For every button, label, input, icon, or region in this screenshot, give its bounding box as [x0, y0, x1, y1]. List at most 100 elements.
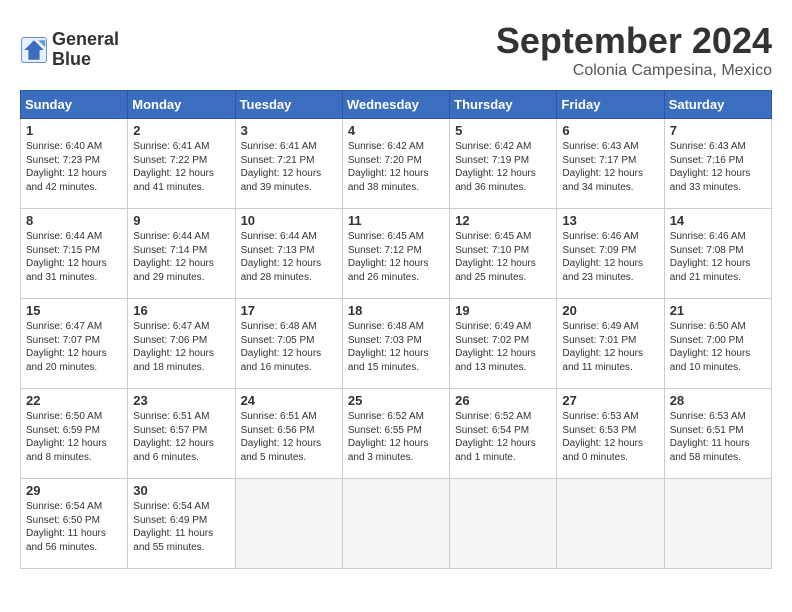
- day-info: Sunrise: 6:47 AM Sunset: 7:07 PM Dayligh…: [26, 320, 122, 374]
- calendar-cell: 5 Sunrise: 6:42 AM Sunset: 7:19 PM Dayli…: [450, 119, 557, 209]
- day-info: Sunrise: 6:46 AM Sunset: 7:09 PM Dayligh…: [562, 230, 658, 284]
- weekday-header-saturday: Saturday: [664, 91, 771, 119]
- calendar-cell: [664, 479, 771, 569]
- calendar-cell: 1 Sunrise: 6:40 AM Sunset: 7:23 PM Dayli…: [21, 119, 128, 209]
- day-number: 19: [455, 303, 551, 318]
- day-number: 12: [455, 213, 551, 228]
- day-number: 30: [133, 483, 229, 498]
- day-info: Sunrise: 6:51 AM Sunset: 6:56 PM Dayligh…: [241, 410, 337, 464]
- day-info: Sunrise: 6:45 AM Sunset: 7:10 PM Dayligh…: [455, 230, 551, 284]
- day-number: 3: [241, 123, 337, 138]
- calendar-cell: 17 Sunrise: 6:48 AM Sunset: 7:05 PM Dayl…: [235, 299, 342, 389]
- calendar-cell: 29 Sunrise: 6:54 AM Sunset: 6:50 PM Dayl…: [21, 479, 128, 569]
- calendar-cell: 25 Sunrise: 6:52 AM Sunset: 6:55 PM Dayl…: [342, 389, 449, 479]
- calendar-week-3: 15 Sunrise: 6:47 AM Sunset: 7:07 PM Dayl…: [21, 299, 772, 389]
- weekday-header-friday: Friday: [557, 91, 664, 119]
- day-number: 17: [241, 303, 337, 318]
- logo-icon: [20, 36, 48, 64]
- day-info: Sunrise: 6:54 AM Sunset: 6:50 PM Dayligh…: [26, 500, 122, 554]
- day-number: 21: [670, 303, 766, 318]
- calendar-cell: 23 Sunrise: 6:51 AM Sunset: 6:57 PM Dayl…: [128, 389, 235, 479]
- day-number: 24: [241, 393, 337, 408]
- day-info: Sunrise: 6:51 AM Sunset: 6:57 PM Dayligh…: [133, 410, 229, 464]
- day-number: 18: [348, 303, 444, 318]
- calendar-cell: 21 Sunrise: 6:50 AM Sunset: 7:00 PM Dayl…: [664, 299, 771, 389]
- day-number: 5: [455, 123, 551, 138]
- calendar-cell: 10 Sunrise: 6:44 AM Sunset: 7:13 PM Dayl…: [235, 209, 342, 299]
- day-info: Sunrise: 6:53 AM Sunset: 6:53 PM Dayligh…: [562, 410, 658, 464]
- day-info: Sunrise: 6:42 AM Sunset: 7:19 PM Dayligh…: [455, 140, 551, 194]
- calendar-week-1: 1 Sunrise: 6:40 AM Sunset: 7:23 PM Dayli…: [21, 119, 772, 209]
- day-number: 20: [562, 303, 658, 318]
- calendar-cell: 26 Sunrise: 6:52 AM Sunset: 6:54 PM Dayl…: [450, 389, 557, 479]
- month-title: September 2024: [496, 20, 772, 62]
- day-info: Sunrise: 6:49 AM Sunset: 7:02 PM Dayligh…: [455, 320, 551, 374]
- day-info: Sunrise: 6:41 AM Sunset: 7:22 PM Dayligh…: [133, 140, 229, 194]
- day-info: Sunrise: 6:54 AM Sunset: 6:49 PM Dayligh…: [133, 500, 229, 554]
- day-number: 7: [670, 123, 766, 138]
- day-number: 26: [455, 393, 551, 408]
- day-number: 8: [26, 213, 122, 228]
- calendar-cell: [557, 479, 664, 569]
- calendar-cell: 22 Sunrise: 6:50 AM Sunset: 6:59 PM Dayl…: [21, 389, 128, 479]
- calendar-cell: 16 Sunrise: 6:47 AM Sunset: 7:06 PM Dayl…: [128, 299, 235, 389]
- day-number: 22: [26, 393, 122, 408]
- weekday-header-row: SundayMondayTuesdayWednesdayThursdayFrid…: [21, 91, 772, 119]
- header: General Blue September 2024 Colonia Camp…: [20, 20, 772, 80]
- calendar-cell: 4 Sunrise: 6:42 AM Sunset: 7:20 PM Dayli…: [342, 119, 449, 209]
- location-title: Colonia Campesina, Mexico: [496, 62, 772, 80]
- day-info: Sunrise: 6:43 AM Sunset: 7:16 PM Dayligh…: [670, 140, 766, 194]
- day-info: Sunrise: 6:44 AM Sunset: 7:15 PM Dayligh…: [26, 230, 122, 284]
- weekday-header-wednesday: Wednesday: [342, 91, 449, 119]
- day-info: Sunrise: 6:52 AM Sunset: 6:54 PM Dayligh…: [455, 410, 551, 464]
- calendar-cell: 11 Sunrise: 6:45 AM Sunset: 7:12 PM Dayl…: [342, 209, 449, 299]
- day-info: Sunrise: 6:47 AM Sunset: 7:06 PM Dayligh…: [133, 320, 229, 374]
- day-info: Sunrise: 6:41 AM Sunset: 7:21 PM Dayligh…: [241, 140, 337, 194]
- weekday-header-tuesday: Tuesday: [235, 91, 342, 119]
- calendar-week-5: 29 Sunrise: 6:54 AM Sunset: 6:50 PM Dayl…: [21, 479, 772, 569]
- calendar-cell: 19 Sunrise: 6:49 AM Sunset: 7:02 PM Dayl…: [450, 299, 557, 389]
- calendar-cell: 27 Sunrise: 6:53 AM Sunset: 6:53 PM Dayl…: [557, 389, 664, 479]
- day-number: 4: [348, 123, 444, 138]
- calendar-cell: 14 Sunrise: 6:46 AM Sunset: 7:08 PM Dayl…: [664, 209, 771, 299]
- day-info: Sunrise: 6:50 AM Sunset: 6:59 PM Dayligh…: [26, 410, 122, 464]
- day-info: Sunrise: 6:48 AM Sunset: 7:03 PM Dayligh…: [348, 320, 444, 374]
- calendar-cell: 18 Sunrise: 6:48 AM Sunset: 7:03 PM Dayl…: [342, 299, 449, 389]
- calendar-cell: 6 Sunrise: 6:43 AM Sunset: 7:17 PM Dayli…: [557, 119, 664, 209]
- day-number: 25: [348, 393, 444, 408]
- day-number: 11: [348, 213, 444, 228]
- calendar-cell: 8 Sunrise: 6:44 AM Sunset: 7:15 PM Dayli…: [21, 209, 128, 299]
- calendar-cell: 20 Sunrise: 6:49 AM Sunset: 7:01 PM Dayl…: [557, 299, 664, 389]
- day-info: Sunrise: 6:44 AM Sunset: 7:13 PM Dayligh…: [241, 230, 337, 284]
- weekday-header-sunday: Sunday: [21, 91, 128, 119]
- day-info: Sunrise: 6:42 AM Sunset: 7:20 PM Dayligh…: [348, 140, 444, 194]
- day-number: 2: [133, 123, 229, 138]
- weekday-header-monday: Monday: [128, 91, 235, 119]
- calendar-table: SundayMondayTuesdayWednesdayThursdayFrid…: [20, 90, 772, 569]
- calendar-cell: 24 Sunrise: 6:51 AM Sunset: 6:56 PM Dayl…: [235, 389, 342, 479]
- weekday-header-thursday: Thursday: [450, 91, 557, 119]
- calendar-cell: 2 Sunrise: 6:41 AM Sunset: 7:22 PM Dayli…: [128, 119, 235, 209]
- day-info: Sunrise: 6:46 AM Sunset: 7:08 PM Dayligh…: [670, 230, 766, 284]
- day-info: Sunrise: 6:48 AM Sunset: 7:05 PM Dayligh…: [241, 320, 337, 374]
- day-number: 1: [26, 123, 122, 138]
- day-info: Sunrise: 6:49 AM Sunset: 7:01 PM Dayligh…: [562, 320, 658, 374]
- day-number: 16: [133, 303, 229, 318]
- day-number: 23: [133, 393, 229, 408]
- day-info: Sunrise: 6:45 AM Sunset: 7:12 PM Dayligh…: [348, 230, 444, 284]
- calendar-cell: [342, 479, 449, 569]
- calendar-cell: [235, 479, 342, 569]
- day-info: Sunrise: 6:40 AM Sunset: 7:23 PM Dayligh…: [26, 140, 122, 194]
- day-number: 13: [562, 213, 658, 228]
- logo: General Blue: [20, 30, 119, 70]
- calendar-cell: 3 Sunrise: 6:41 AM Sunset: 7:21 PM Dayli…: [235, 119, 342, 209]
- day-number: 15: [26, 303, 122, 318]
- day-info: Sunrise: 6:53 AM Sunset: 6:51 PM Dayligh…: [670, 410, 766, 464]
- day-info: Sunrise: 6:43 AM Sunset: 7:17 PM Dayligh…: [562, 140, 658, 194]
- logo-text: General Blue: [52, 30, 119, 70]
- calendar-cell: 7 Sunrise: 6:43 AM Sunset: 7:16 PM Dayli…: [664, 119, 771, 209]
- calendar-cell: 13 Sunrise: 6:46 AM Sunset: 7:09 PM Dayl…: [557, 209, 664, 299]
- calendar-cell: 30 Sunrise: 6:54 AM Sunset: 6:49 PM Dayl…: [128, 479, 235, 569]
- calendar-cell: 28 Sunrise: 6:53 AM Sunset: 6:51 PM Dayl…: [664, 389, 771, 479]
- day-number: 29: [26, 483, 122, 498]
